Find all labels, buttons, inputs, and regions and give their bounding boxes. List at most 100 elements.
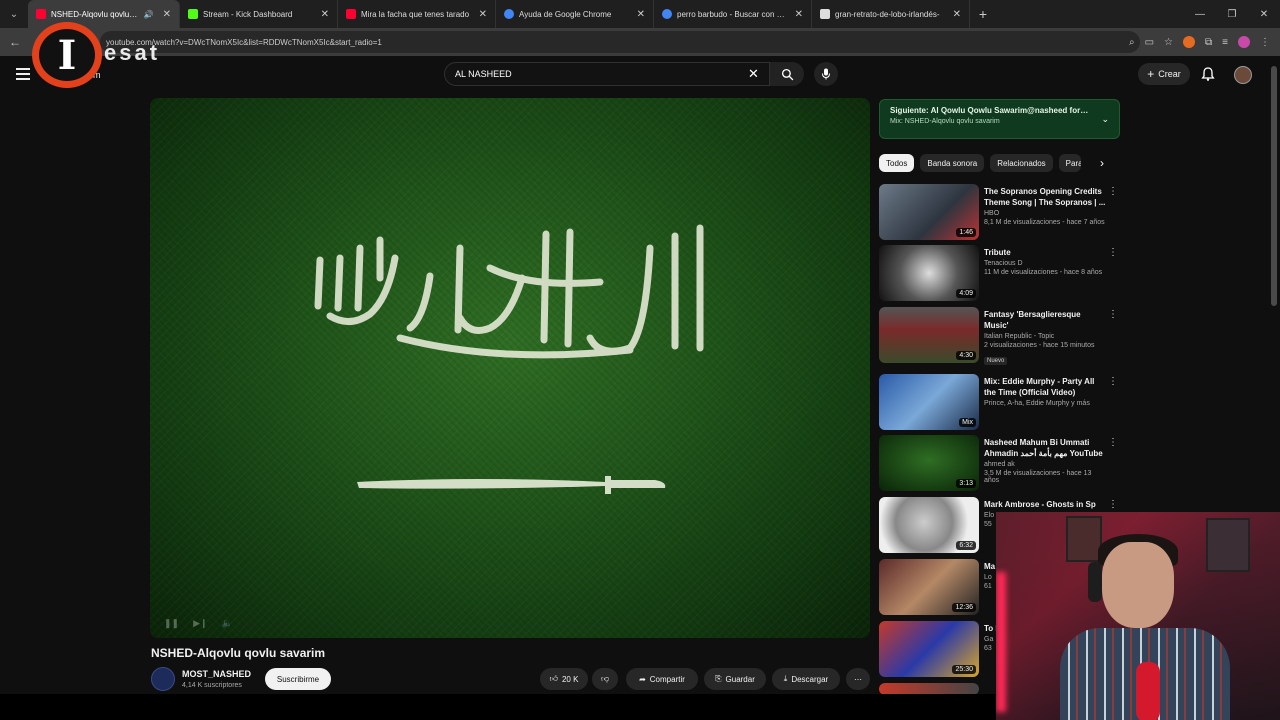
chip-todos[interactable]: Todos <box>879 154 915 172</box>
logo-text: esat <box>104 40 161 65</box>
voice-search-button[interactable] <box>814 62 838 86</box>
video-thumbnail: 4:09 <box>879 245 979 301</box>
tab-close-icon[interactable]: ✕ <box>479 9 487 20</box>
filter-chips: Todos Banda sonora Relacionados Para <box>879 154 1081 174</box>
tab-chrome-help[interactable]: Ayuda de Google Chrome ✕ <box>496 0 654 28</box>
tab-youtube-mira[interactable]: Mira la facha que tenes tarado ✕ <box>338 0 496 28</box>
create-button[interactable]: + Crear <box>1138 63 1190 85</box>
more-vertical-icon[interactable]: ⋮ <box>1108 309 1118 320</box>
share-arrow-icon: ➦ <box>639 674 646 684</box>
duration-badge: 6:32 <box>956 541 976 550</box>
chevron-down-icon[interactable]: ⌄ <box>1101 114 1109 125</box>
more-vertical-icon[interactable]: ⋮ <box>1108 437 1118 448</box>
channel-name: Tenacious D <box>984 260 1023 267</box>
more-vertical-icon[interactable]: ⋮ <box>1108 186 1118 197</box>
user-avatar[interactable] <box>1234 66 1252 84</box>
list-item[interactable]: 4:30 Fantasy 'Bersaglieresque Music' Ita… <box>879 307 1120 365</box>
bookmark-star-icon[interactable]: ☆ <box>1164 37 1173 48</box>
tab-search-chevron-icon[interactable]: ⌄ <box>0 0 28 28</box>
channel-avatar[interactable] <box>151 667 175 691</box>
new-tab-button[interactable]: + <box>970 0 996 28</box>
tab-close-icon[interactable]: ✕ <box>953 9 961 20</box>
next-icon[interactable]: ▶❙ <box>193 618 207 629</box>
flag-calligraphy-icon <box>314 224 704 359</box>
page-scrollbar[interactable] <box>1271 66 1277 306</box>
tab-kick-dashboard[interactable]: Stream - Kick Dashboard ✕ <box>180 0 338 28</box>
more-vertical-icon[interactable]: ⋮ <box>1108 499 1118 510</box>
duration-badge: 25:30 <box>952 665 976 674</box>
download-button[interactable]: ⤓ Descargar <box>772 668 840 690</box>
list-item[interactable]: 3:13 Nasheed Mahum Bi Ummati Ahmadin مهم… <box>879 435 1120 491</box>
zoom-icon[interactable]: ⌕ <box>1129 37 1135 48</box>
tab-youtube-nasheed[interactable]: NSHED-Alqovlu qovlu sava 🔊 ✕ <box>28 0 180 28</box>
next-up-title: Siguiente: Al Qowlu Qowlu Sawarim@nashee… <box>890 106 1090 115</box>
search-icon <box>781 68 793 80</box>
profile-avatar-icon[interactable] <box>1238 36 1250 48</box>
dislike-button[interactable]: 👎︎ <box>592 668 618 690</box>
channel-name[interactable]: MOST_NASHED <box>182 669 251 679</box>
close-window-icon[interactable]: ✕ <box>1248 0 1280 28</box>
share-button[interactable]: ➦ Compartir <box>626 668 698 690</box>
video-meta: 8,1 M de visualizaciones - hace 7 años <box>984 219 1105 226</box>
url-bar[interactable]: youtube.com/watch?v=DWcTNomX5Ic&list=RDD… <box>100 31 1140 53</box>
like-button[interactable]: 👍︎ 20 K <box>540 668 588 690</box>
search-input[interactable]: AL NASHEED <box>444 62 770 86</box>
page-favicon-icon <box>820 9 830 19</box>
duration-badge: 12:36 <box>952 603 976 612</box>
tab-title: Stream - Kick Dashboard <box>203 9 293 19</box>
search-input-value: AL NASHEED <box>455 69 512 79</box>
subscribe-button[interactable]: Suscribirme <box>265 668 331 690</box>
logo-letter: I <box>57 31 77 79</box>
more-actions-button[interactable]: ⋯ <box>846 668 870 690</box>
video-player[interactable]: ❚❚ ▶❙ 🔈 <box>150 98 870 638</box>
google-favicon-icon <box>662 9 672 19</box>
subscriber-count: 4,14 K suscriptores <box>182 682 242 689</box>
playlist-next-card[interactable]: Siguiente: Al Qowlu Qowlu Sawarim@nashee… <box>879 99 1120 139</box>
download-label: Descargar <box>791 674 829 684</box>
search-clear-icon[interactable]: ✕ <box>748 66 759 82</box>
media-control-icon[interactable]: ≡ <box>1222 37 1228 48</box>
chip-banda-sonora[interactable]: Banda sonora <box>920 154 985 172</box>
video-title: NSHED-Alqovlu qovlu savarim <box>151 646 326 660</box>
volume-icon[interactable]: 🔈 <box>222 618 233 629</box>
back-arrow-icon[interactable]: ← <box>0 35 30 49</box>
tab-google-search[interactable]: perro barbudo - Buscar con Go ✕ <box>654 0 812 28</box>
video-thumbnail: 25:30 <box>879 621 979 677</box>
restore-icon[interactable]: ❐ <box>1216 0 1248 28</box>
chrome-menu-icon[interactable]: ⋮ <box>1260 37 1270 48</box>
more-vertical-icon[interactable]: ⋮ <box>1108 247 1118 258</box>
pause-icon[interactable]: ❚❚ <box>164 618 179 629</box>
thumbs-down-icon: 👎︎ <box>600 674 610 683</box>
tab-title: perro barbudo - Buscar con Go <box>677 9 786 19</box>
list-item[interactable]: 4:09 Tribute Tenacious D 11 M de visuali… <box>879 245 1120 301</box>
led-light-strip <box>996 572 1006 712</box>
tab-close-icon[interactable]: ✕ <box>795 9 803 20</box>
extension-icon[interactable] <box>1183 36 1196 48</box>
extensions-puzzle-icon[interactable]: ⧉ <box>1205 37 1212 48</box>
list-item[interactable]: 1:46 The Sopranos Opening Credits Theme … <box>879 184 1120 240</box>
channel-name: Prince, A-ha, Eddie Murphy y más <box>984 400 1090 407</box>
audio-playing-icon[interactable]: 🔊 <box>144 10 154 19</box>
video-title: Mix: Eddie Murphy - Party All the Time (… <box>984 377 1095 397</box>
menu-hamburger-icon[interactable] <box>16 68 30 80</box>
tab-close-icon[interactable]: ✕ <box>637 9 645 20</box>
youtube-favicon-icon <box>36 9 46 19</box>
minimize-icon[interactable]: — <box>1184 0 1216 28</box>
chevron-right-icon[interactable]: › <box>1100 156 1104 170</box>
share-label: Compartir <box>649 674 685 684</box>
tab-close-icon[interactable]: ✕ <box>163 9 171 20</box>
list-item[interactable]: Mix Mix: Eddie Murphy - Party All the Ti… <box>879 374 1120 430</box>
save-button[interactable]: ⎘ Guardar <box>704 668 766 690</box>
chip-para[interactable]: Para <box>1058 154 1081 172</box>
tab-close-icon[interactable]: ✕ <box>321 9 329 20</box>
cast-icon[interactable]: ▭ <box>1145 37 1154 48</box>
tab-lobo-irlandes[interactable]: gran-retrato-de-lobo-irlandés- ✕ <box>812 0 970 28</box>
search-button[interactable] <box>770 62 804 86</box>
next-up-subtitle: Mix: NSHED-Alqovlu qovlu savarim <box>890 118 1000 125</box>
more-vertical-icon[interactable]: ⋮ <box>1108 376 1118 387</box>
video-meta: 2 visualizaciones - hace 15 minutos <box>984 342 1095 349</box>
streamer-webcam <box>996 512 1280 720</box>
address-bar-icons: ⌕ ▭ ☆ ⧉ ≡ ⋮ <box>1129 28 1280 56</box>
notifications-bell-icon[interactable] <box>1200 66 1216 82</box>
chip-relacionados[interactable]: Relacionados <box>990 154 1053 172</box>
